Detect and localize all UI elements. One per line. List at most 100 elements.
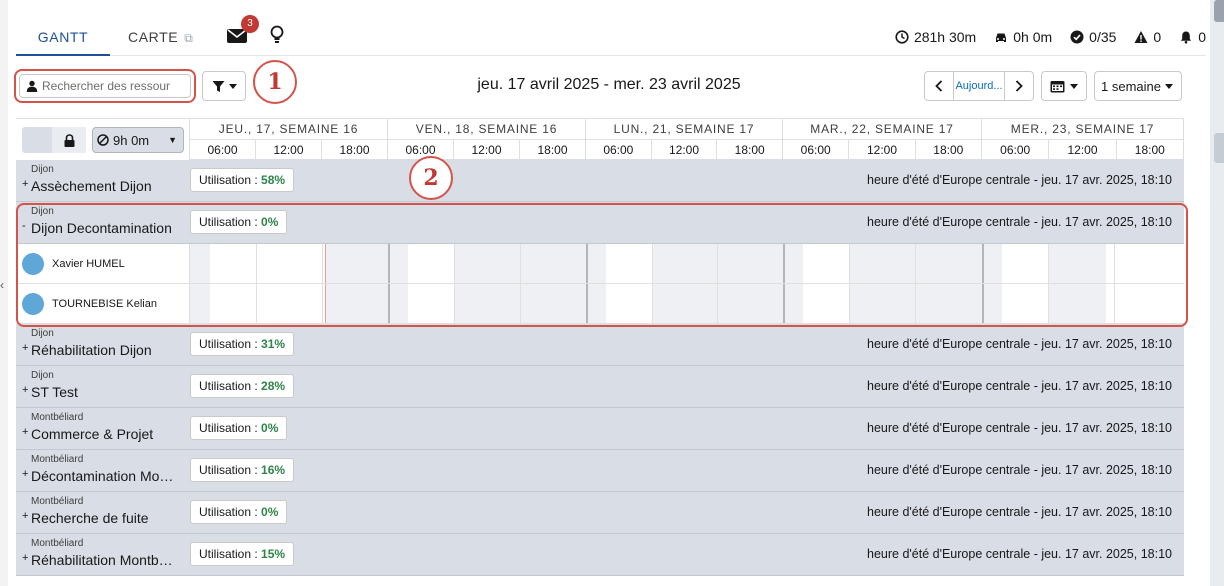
tab-gantt[interactable]: GANTT [16, 18, 110, 56]
expand-toggle[interactable]: + [22, 384, 28, 396]
avatar [22, 252, 44, 275]
resource-cell[interactable]: TOURNEBISE Kelian [16, 284, 190, 323]
timezone-label: heure d'été d'Europe centrale - jeu. 17 … [867, 421, 1172, 435]
expand-toggle[interactable]: + [22, 468, 28, 480]
resource-group-row[interactable]: + Dijon Assèchement Dijon Utilisation : 58%… [16, 160, 1184, 202]
group-title: Assèchement Dijon [31, 178, 152, 194]
hour-gridline [322, 284, 323, 323]
utilization-badge: Utilisation : 28% [190, 374, 295, 398]
warning-icon [1134, 31, 1148, 43]
group-city: Montbéliard [31, 496, 84, 507]
resource-search-input[interactable]: Rechercher des ressour [19, 74, 191, 98]
calendar-picker-button[interactable] [1041, 71, 1087, 101]
lock-button[interactable] [52, 127, 86, 153]
resource-row[interactable]: TOURNEBISE Kelian [16, 284, 1184, 324]
period-select-value: 1 semaine [1101, 78, 1161, 94]
group-title: Réhabilitation Dijon [31, 342, 152, 358]
day-column-header: MER., 23, SEMAINE 17 06:00 12:00 18:00 [982, 119, 1184, 161]
utilization-value: 0% [261, 215, 279, 229]
hour-row: 06:00 12:00 18:00 [586, 140, 782, 160]
next-period-button[interactable] [1005, 72, 1033, 100]
hour-label: 12:00 [454, 140, 520, 160]
timezone-label: heure d'été d'Europe centrale - jeu. 17 … [867, 463, 1172, 477]
resource-group-row[interactable]: - Dijon Dijon Decontamination Utilisation :… [16, 202, 1184, 244]
expand-toggle[interactable]: + [22, 552, 28, 564]
hour-gridline [1048, 244, 1049, 283]
chevron-down-icon [1070, 83, 1078, 89]
gantt-header-controls: 9h 0m ▼ [16, 119, 190, 161]
day-label: MER., 23, SEMAINE 17 [982, 119, 1183, 140]
group-city: Dijon [31, 328, 54, 339]
resource-group-row[interactable]: + Dijon ST Test Utilisation : 28% heure d'ét… [16, 366, 1184, 408]
hour-label: 12:00 [1049, 140, 1117, 160]
expand-toggle[interactable]: - [22, 220, 26, 232]
unavailable-slot [388, 244, 408, 283]
resource-row[interactable]: Xavier HUMEL [16, 244, 1184, 284]
stats-bar: 281h 30m 0h 0m 0/35 0 0 [895, 18, 1206, 56]
resource-group-row[interactable]: + Dijon Réhabilitation Dijon Utilisation : … [16, 324, 1184, 366]
hour-gridline [717, 284, 718, 323]
hour-gridline [1114, 284, 1115, 323]
app-frame: ‹ GANTT CARTE ⧉ 3 281h 30m 0h 0m 0/35 0 … [0, 0, 1224, 586]
expand-toggle[interactable]: + [22, 178, 28, 190]
unavailable-slot [325, 284, 388, 323]
previous-period-button[interactable] [925, 72, 953, 100]
panel-toggle-mid[interactable] [1214, 133, 1224, 163]
utilization-label: Utilisation : [199, 463, 262, 477]
stat-alerts-value: 0 [1198, 29, 1206, 45]
expand-toggle[interactable]: + [22, 342, 28, 354]
lightbulb-icon[interactable] [269, 25, 285, 45]
period-select[interactable]: 1 semaine [1094, 71, 1182, 101]
expand-toggle[interactable]: + [22, 426, 28, 438]
utilization-badge: Utilisation : 15% [190, 542, 295, 566]
hour-gridline [1114, 244, 1115, 283]
utilization-label: Utilisation : [199, 215, 262, 229]
resource-group-row[interactable]: + Montbéliard Commerce & Projet Utilisation… [16, 408, 1184, 450]
resource-cell[interactable]: Xavier HUMEL [16, 244, 190, 283]
day-divider [783, 244, 785, 283]
hour-gridline [652, 244, 653, 283]
utilization-value: 31% [261, 337, 286, 351]
resource-group-row[interactable]: + Montbéliard Recherche de fuite Utilisatio… [16, 492, 1184, 534]
hour-gridline [717, 244, 718, 283]
select-all-toggle[interactable] [22, 127, 52, 153]
utilization-value: 16% [261, 463, 286, 477]
utilization-label: Utilisation : [199, 421, 262, 435]
unavailable-slot [190, 244, 210, 283]
group-city: Montbéliard [31, 454, 84, 465]
unavailable-slot [982, 244, 1002, 283]
user-icon [26, 80, 38, 92]
group-city: Dijon [31, 370, 54, 381]
expand-toggle[interactable]: + [22, 510, 28, 522]
lock-icon [64, 133, 74, 147]
timezone-label: heure d'été d'Europe centrale - jeu. 17 … [867, 505, 1172, 519]
duration-filter-select[interactable]: 9h 0m ▼ [92, 127, 184, 153]
group-title: Décontamination Mo… [31, 468, 174, 484]
hour-label: 18:00 [1134, 143, 1165, 157]
hour-label: 06:00 [783, 140, 850, 160]
filter-button[interactable] [202, 71, 246, 101]
utilization-badge: Utilisation : 0% [190, 416, 288, 440]
utilization-label: Utilisation : [199, 547, 262, 561]
tab-carte[interactable]: CARTE ⧉ [128, 18, 216, 56]
hour-gridline [915, 244, 916, 283]
unavailable-slot [190, 284, 210, 323]
notification-badge: 3 [241, 15, 259, 33]
unavailable-slot [1048, 284, 1106, 323]
duration-filter-value: 9h 0m [113, 132, 150, 148]
top-bar: GANTT CARTE ⧉ 3 281h 30m 0h 0m 0/35 0 0 [16, 15, 1206, 56]
day-divider [982, 244, 984, 283]
clock-icon [895, 30, 909, 44]
current-time-line [325, 244, 326, 283]
timezone-label: heure d'été d'Europe centrale - jeu. 17 … [867, 173, 1172, 187]
hour-label: 18:00 [537, 143, 568, 157]
panel-toggle-top[interactable] [1214, 0, 1224, 22]
resource-group-row[interactable]: + Montbéliard Réhabilitation Montb… Utilisa… [16, 534, 1184, 576]
resource-group-row[interactable]: + Montbéliard Décontamination Mo… Utilisati… [16, 450, 1184, 492]
today-button[interactable]: Aujourd... [953, 72, 1005, 100]
utilization-label: Utilisation : [199, 337, 262, 351]
collapse-left-icon[interactable]: ‹ [0, 278, 4, 292]
hour-gridline [849, 244, 850, 283]
hour-row: 06:00 12:00 18:00 [190, 140, 387, 160]
group-city: Montbéliard [31, 538, 84, 549]
